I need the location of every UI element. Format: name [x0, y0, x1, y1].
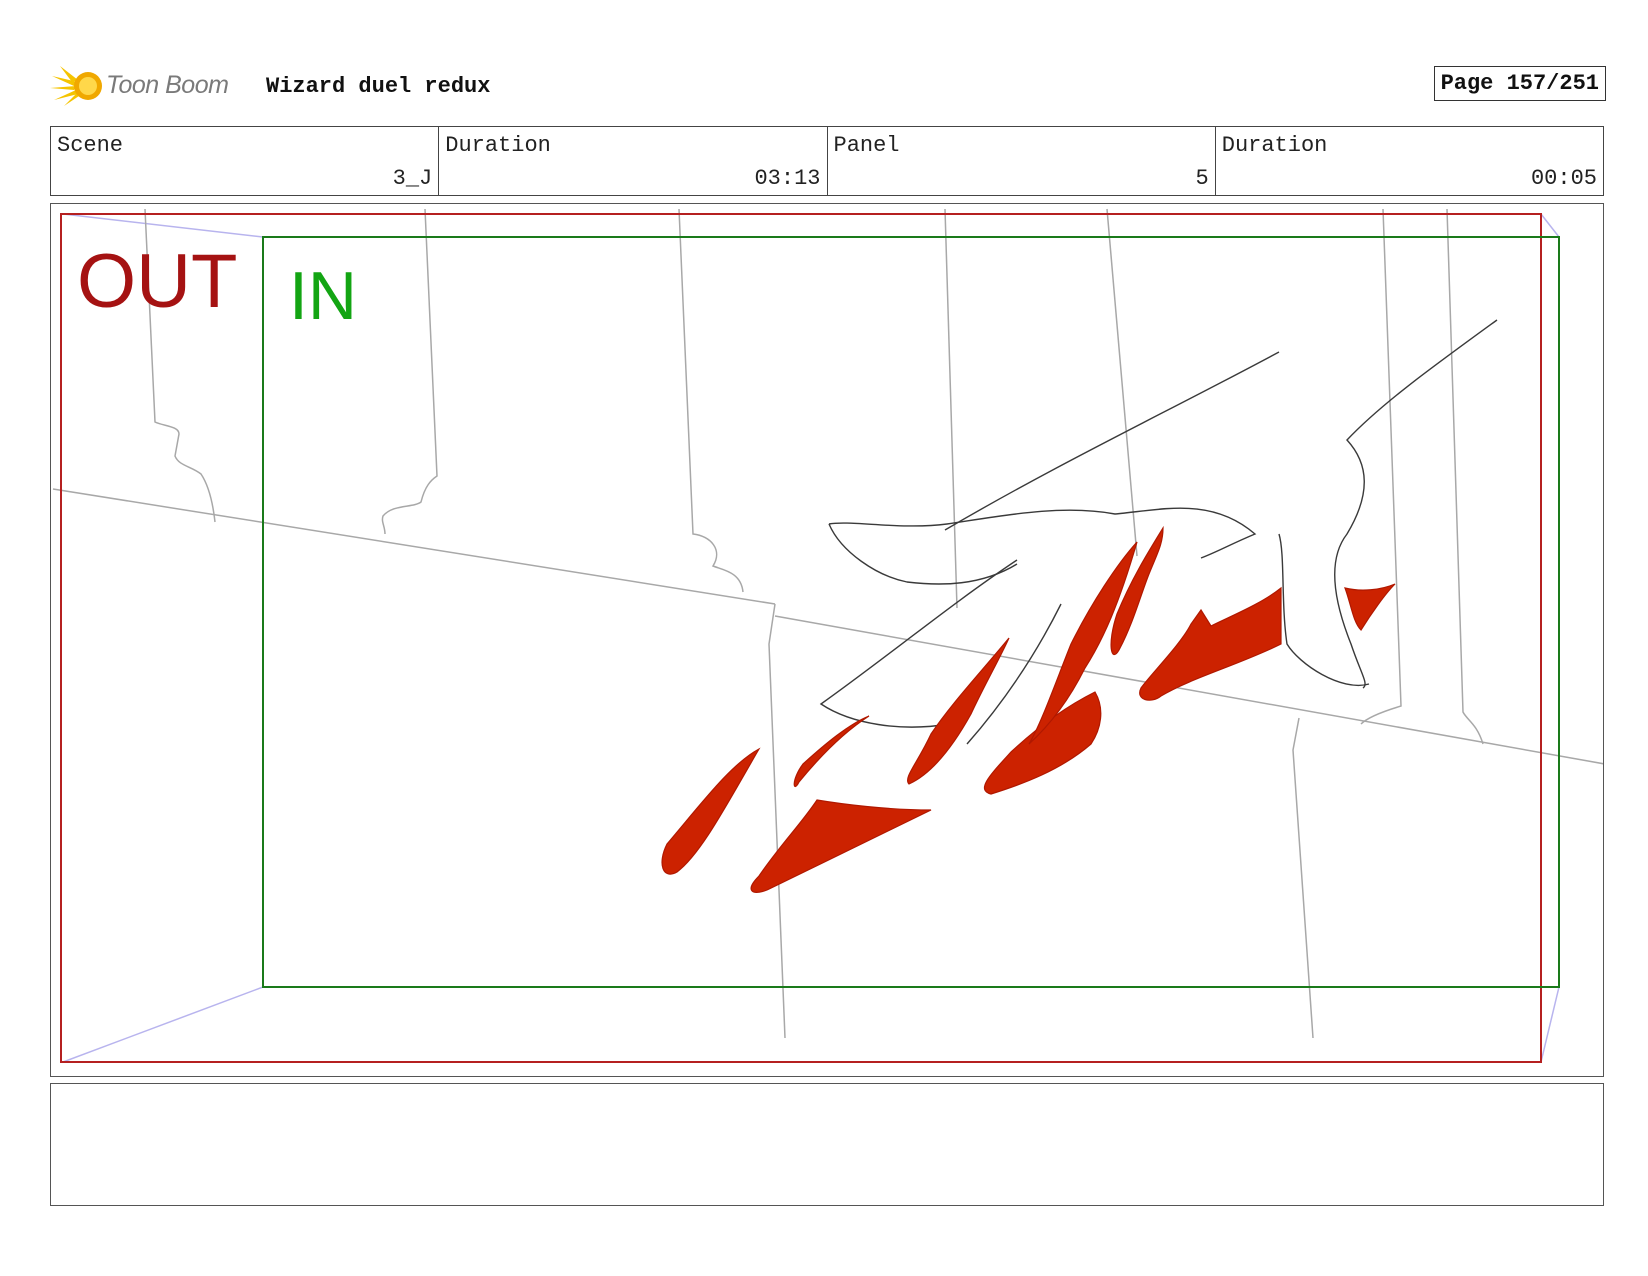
logo-text: Toon Boom [106, 71, 229, 99]
scene-duration-label: Duration [445, 133, 551, 158]
panel-notes-box [50, 1083, 1604, 1206]
scene-info-table: Scene 3_J Duration 03:13 Panel 5 Duratio… [50, 126, 1604, 196]
out-camera-frame [60, 213, 1542, 1063]
panel-drawing [52, 208, 1603, 1063]
toon-boom-logo: Toon Boom [50, 62, 250, 108]
storyboard-panel: OUT IN [50, 203, 1604, 1077]
scene-label: Scene [57, 133, 124, 158]
panel-duration-label: Duration [1221, 133, 1328, 158]
scene-duration-cell: Duration 03:13 [439, 127, 828, 195]
panel-label: Panel [833, 133, 900, 158]
project-title: Wizard duel redux [266, 74, 491, 99]
panel-duration-value: 00:05 [1530, 166, 1597, 191]
panel-cell: Panel 5 [828, 127, 1216, 195]
panel-duration-cell: Duration 00:05 [1216, 127, 1603, 195]
scene-cell: Scene 3_J [51, 127, 440, 195]
scene-value: 3_J [392, 166, 433, 191]
camera-perspective-lines [62, 213, 1560, 1063]
in-frame-label: IN [289, 258, 357, 334]
panel-value: 5 [1195, 166, 1209, 191]
page-number: Page 157/251 [1433, 66, 1606, 101]
background-sketch [52, 208, 1603, 1039]
scene-duration-value: 03:13 [754, 166, 821, 191]
starburst-icon [50, 66, 102, 106]
page-header: Toon Boom Wizard duel redux Page 157/251 [50, 56, 1606, 112]
out-frame-label: OUT [77, 239, 238, 324]
